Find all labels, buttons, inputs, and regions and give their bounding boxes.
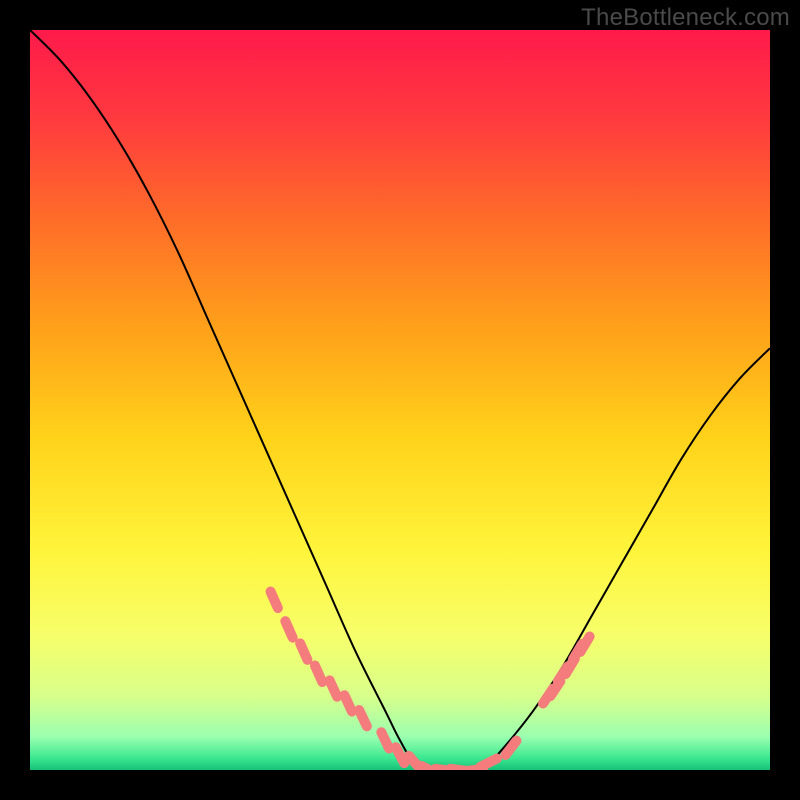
plot-area — [30, 30, 770, 770]
chart-frame: TheBottleneck.com — [0, 0, 800, 800]
watermark-label: TheBottleneck.com — [581, 4, 790, 32]
threshold-marker — [315, 666, 322, 682]
chart-svg — [30, 30, 770, 770]
threshold-marker — [359, 710, 367, 726]
threshold-marker — [300, 643, 307, 659]
threshold-marker — [344, 695, 352, 711]
gradient-background — [30, 30, 770, 770]
threshold-marker — [330, 680, 338, 696]
threshold-marker — [285, 621, 292, 637]
threshold-marker — [381, 732, 389, 748]
threshold-marker — [271, 592, 278, 608]
